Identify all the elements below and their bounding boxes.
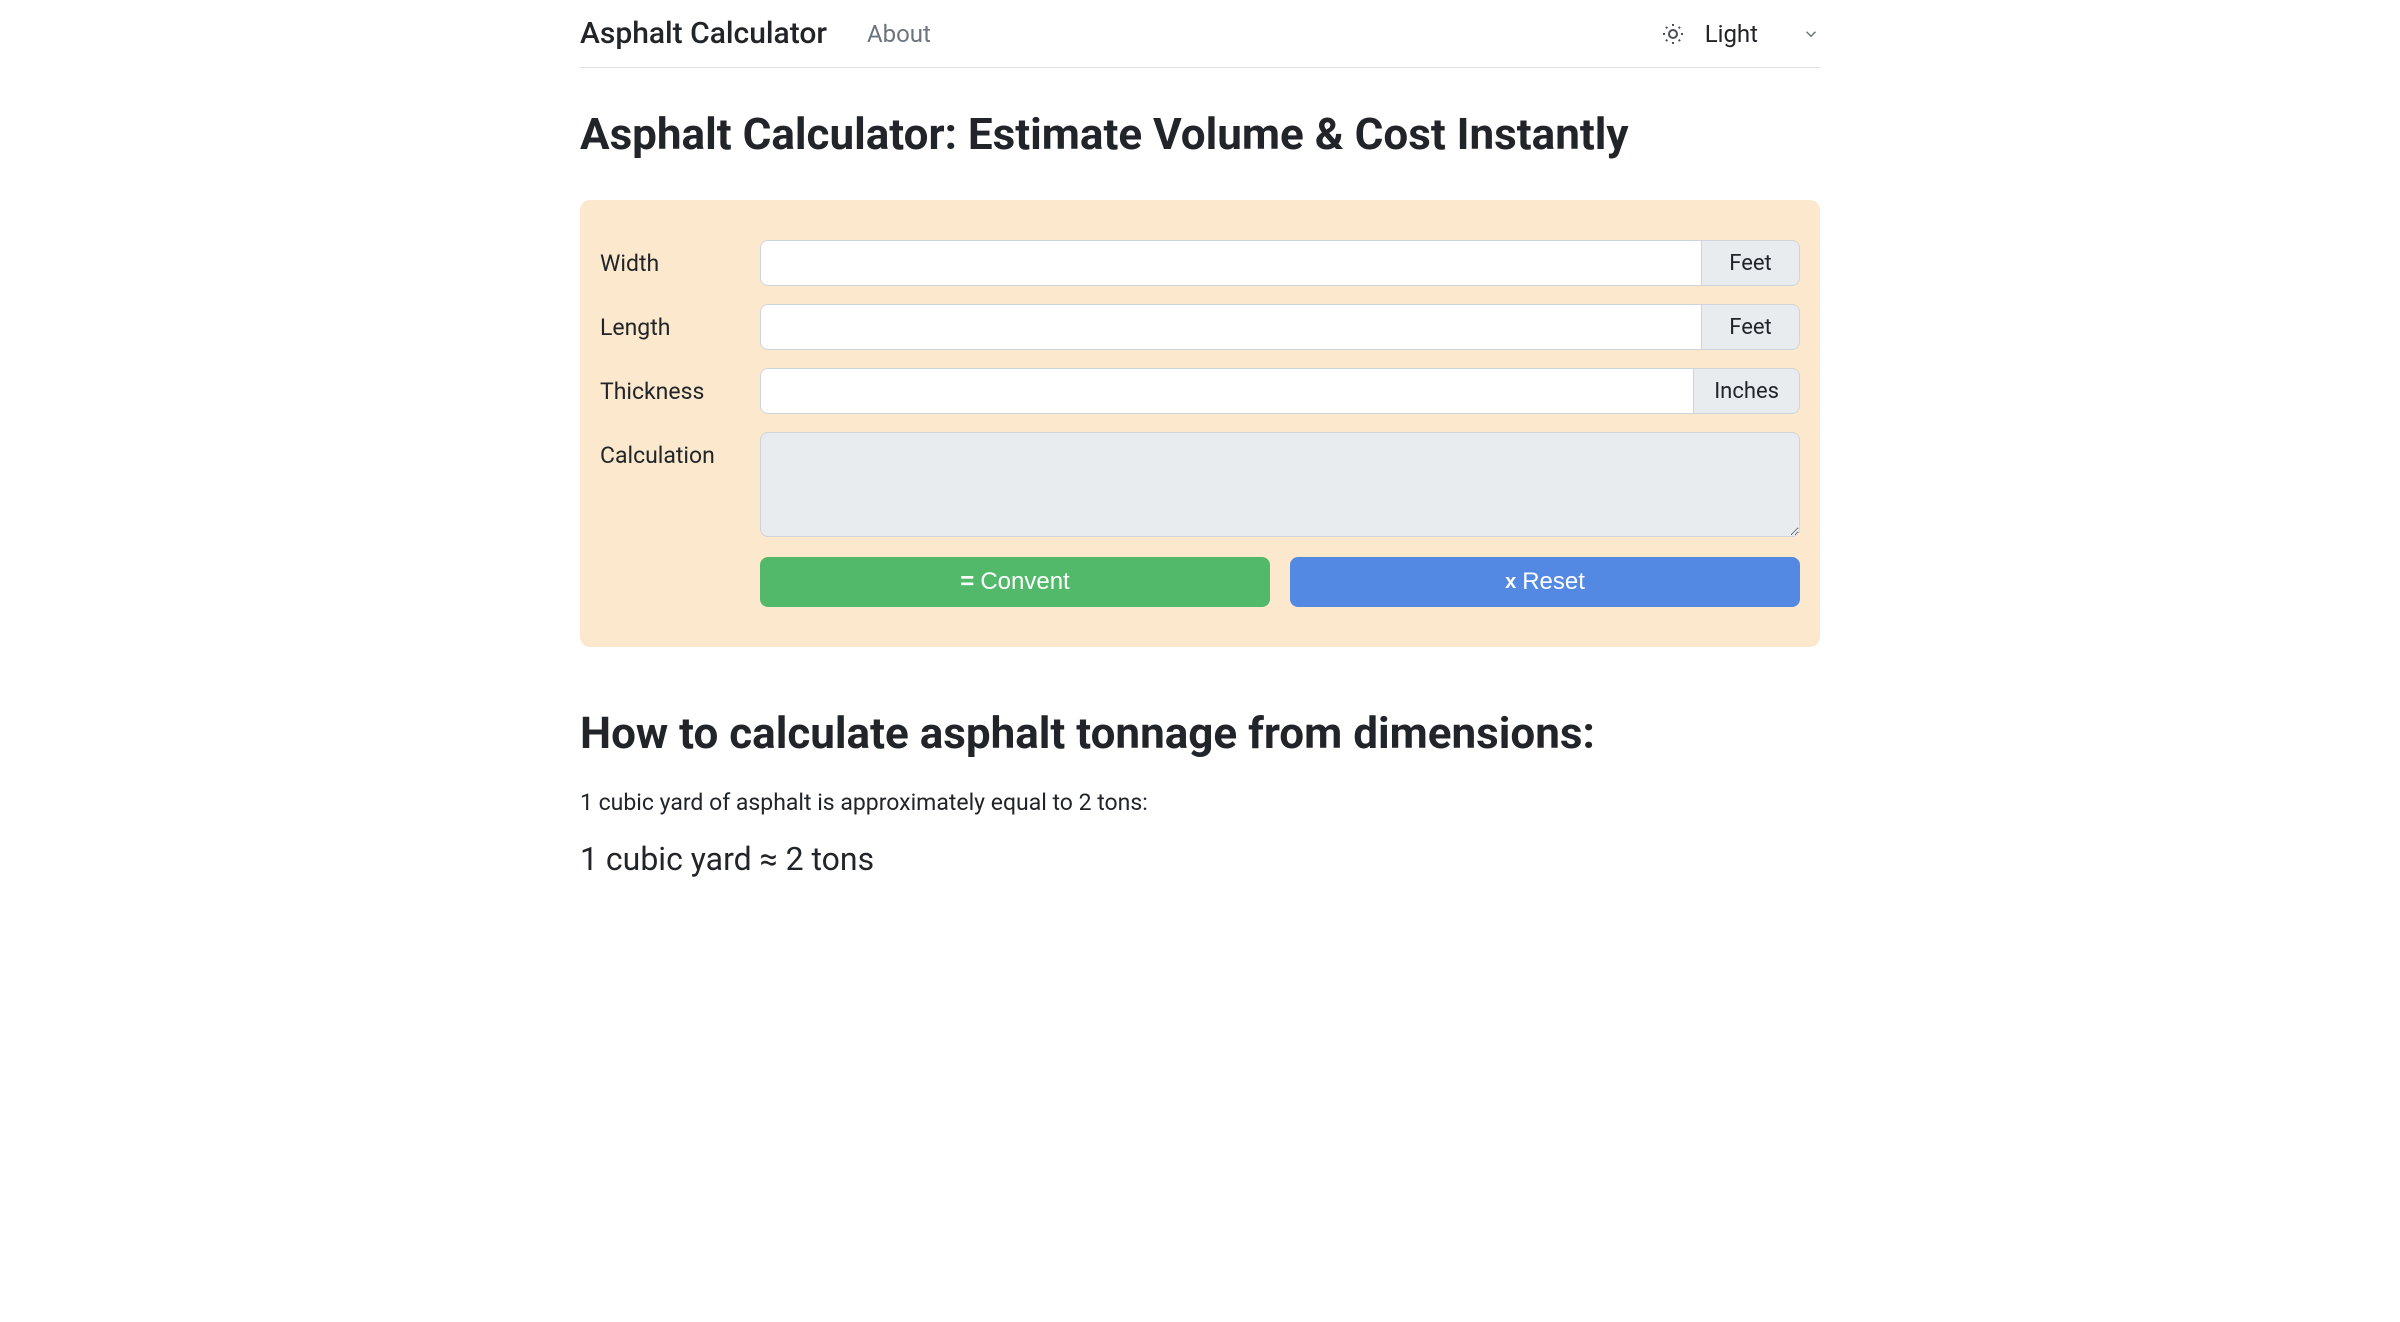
reset-button[interactable]: x Reset <box>1290 557 1800 607</box>
calculation-output <box>760 432 1800 537</box>
reset-prefix-icon: x <box>1505 571 1516 594</box>
intro-text: 1 cubic yard of asphalt is approximately… <box>580 789 1820 816</box>
navbar-left: Asphalt Calculator About <box>580 16 931 51</box>
brand-link[interactable]: Asphalt Calculator <box>580 16 827 51</box>
width-label: Width <box>600 240 760 277</box>
width-row: Width Feet <box>600 240 1800 286</box>
theme-label: Light <box>1697 20 1790 48</box>
convert-prefix-icon: = <box>960 568 974 596</box>
about-link[interactable]: About <box>867 20 931 48</box>
length-unit: Feet <box>1702 304 1800 350</box>
width-input[interactable] <box>760 240 1702 286</box>
button-row: = Convent x Reset <box>760 557 1800 607</box>
thickness-input[interactable] <box>760 368 1694 414</box>
width-control: Feet <box>760 240 1800 286</box>
calculator-card: Width Feet Length Feet Thickness Inches … <box>580 200 1820 647</box>
chevron-down-icon <box>1802 25 1820 43</box>
theme-selector[interactable]: Light <box>1661 20 1820 48</box>
convert-label: Convent <box>980 568 1069 596</box>
thickness-control: Inches <box>760 368 1800 414</box>
width-unit: Feet <box>1702 240 1800 286</box>
reset-label: Reset <box>1522 568 1585 596</box>
calculation-control <box>760 432 1800 537</box>
length-label: Length <box>600 304 760 341</box>
thickness-row: Thickness Inches <box>600 368 1800 414</box>
thickness-label: Thickness <box>600 368 760 405</box>
page-title: Asphalt Calculator: Estimate Volume & Co… <box>580 108 1820 160</box>
calculation-label: Calculation <box>600 432 760 469</box>
navbar: Asphalt Calculator About Light <box>580 0 1820 68</box>
how-to-heading: How to calculate asphalt tonnage from di… <box>580 707 1820 759</box>
length-input[interactable] <box>760 304 1702 350</box>
length-control: Feet <box>760 304 1800 350</box>
formula-text: 1 cubic yard ≈ 2 tons <box>580 840 1820 878</box>
length-row: Length Feet <box>600 304 1800 350</box>
convert-button[interactable]: = Convent <box>760 557 1270 607</box>
thickness-unit: Inches <box>1694 368 1800 414</box>
sun-icon <box>1661 22 1685 46</box>
calculation-row: Calculation <box>600 432 1800 537</box>
